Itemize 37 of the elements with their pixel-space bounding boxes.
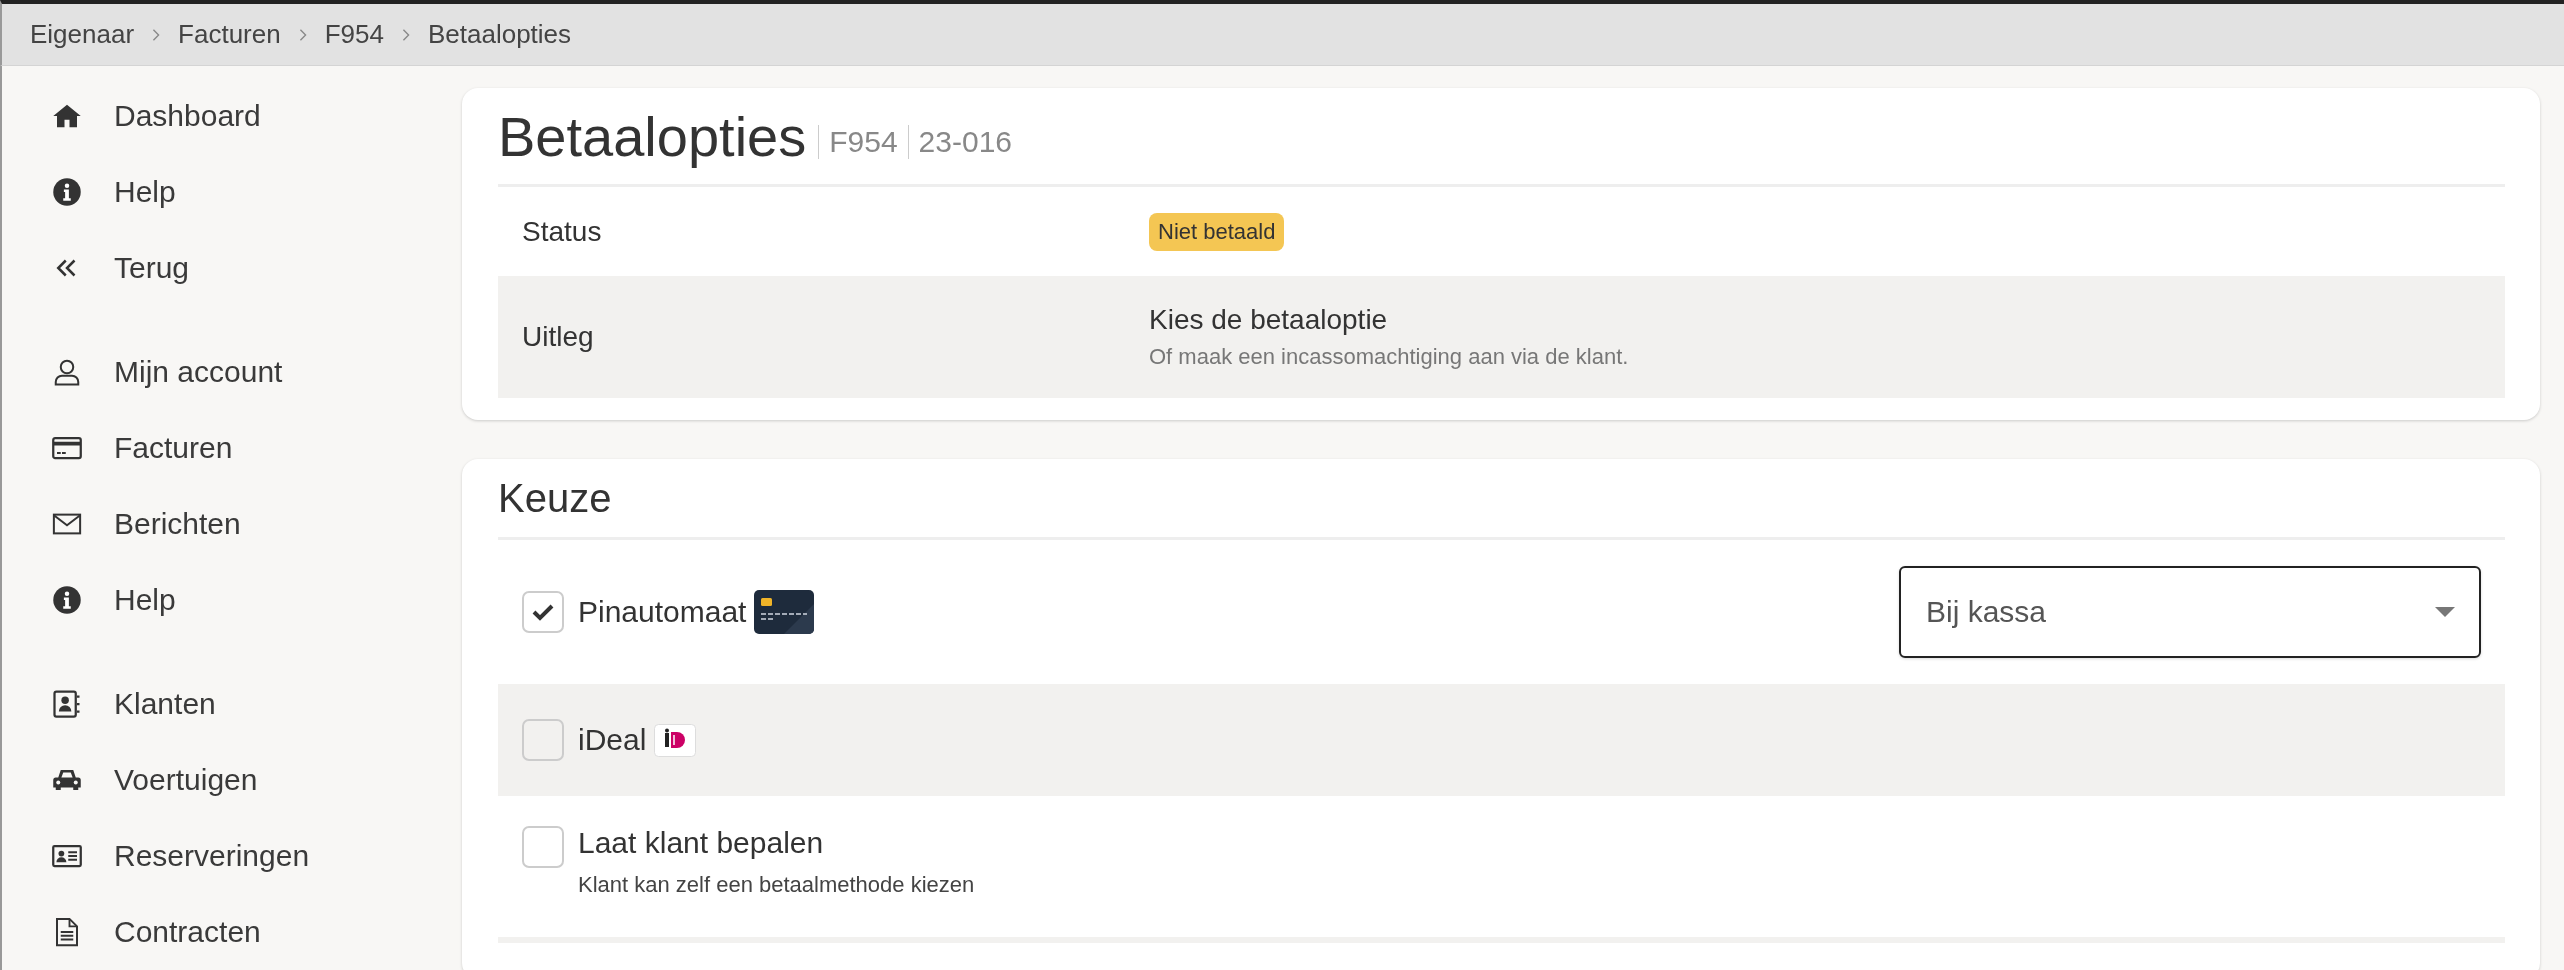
credit-card-logo-icon xyxy=(754,590,815,634)
breadcrumb-link[interactable]: F954 xyxy=(324,19,384,50)
sidebar-item[interactable]: Terug xyxy=(2,230,440,306)
sidebar-item[interactable]: Mijn account xyxy=(2,334,440,410)
status-badge: Niet betaald xyxy=(1149,212,1285,251)
field-label: Uitleg xyxy=(522,321,595,353)
option-description: Klant kan zelf een betaalmethode kiezen xyxy=(578,872,975,898)
sidebar-item[interactable]: Reserveringen xyxy=(2,818,440,894)
option-label: Laat klant bepalen xyxy=(578,826,824,860)
breadcrumb-link[interactable]: Eigenaar xyxy=(30,19,135,50)
info-icon xyxy=(50,177,84,207)
sidebar-item[interactable]: Voertuigen xyxy=(2,742,440,818)
checkbox[interactable] xyxy=(522,591,564,633)
sidebar-item[interactable]: Help xyxy=(2,154,440,230)
sidebar-item[interactable]: Klanten xyxy=(2,666,440,742)
ideal-logo-icon xyxy=(654,723,697,757)
info-icon xyxy=(50,585,84,615)
field-description: Of maak een incassomachtiging aan via de klant. xyxy=(1149,344,1629,370)
page-subtitle: 23-016 xyxy=(907,125,1023,159)
sidebar-item[interactable]: Berichten xyxy=(2,486,440,562)
sidebar-item[interactable]: Contracten xyxy=(2,894,440,970)
breadcrumb-link[interactable]: Betaalopties xyxy=(427,19,572,50)
page-subtitle: F954 xyxy=(818,125,908,159)
sidebar-item[interactable]: Help xyxy=(2,562,440,638)
option-label: Pinautomaat xyxy=(578,595,747,629)
payment-dropdown[interactable]: Bij kassa xyxy=(1899,566,2481,658)
caret-icon xyxy=(2435,607,2455,617)
field-value: Kies de betaaloptie xyxy=(1149,304,1388,336)
checkbox[interactable] xyxy=(522,826,564,868)
page-title: Betaalopties xyxy=(498,103,807,169)
checkbox[interactable] xyxy=(522,719,564,761)
sidebar-item[interactable]: Facturen xyxy=(2,410,440,486)
breadcrumb-link[interactable]: Facturen xyxy=(178,19,281,50)
field-label: Status xyxy=(522,215,603,248)
option-label: iDeal xyxy=(578,723,647,757)
sidebar-item[interactable]: Dashboard xyxy=(2,78,440,154)
section-title: Keuze xyxy=(498,459,2505,540)
